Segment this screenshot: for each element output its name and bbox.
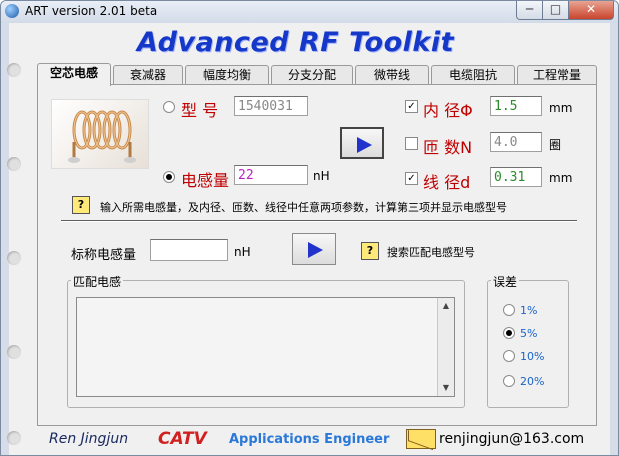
model-radio[interactable] (163, 101, 175, 113)
calculate-button[interactable] (340, 127, 384, 159)
email-icon[interactable] (406, 429, 436, 449)
role-label: Applications Engineer (229, 432, 390, 447)
minimize-button[interactable]: ─ (516, 1, 543, 20)
author-name: Ren Jingjun (49, 431, 129, 447)
tolerance-radio-1[interactable] (503, 304, 515, 316)
tab-constants[interactable]: 工程常量 (517, 65, 597, 85)
wire-diameter-label: 线 径d (423, 173, 471, 192)
app-window: ART version 2.01 beta ─ □ ✕ Advanced RF … (0, 0, 619, 456)
tolerance-group (487, 280, 569, 408)
turns-label: 匝 数N (423, 138, 473, 157)
scroll-down-icon[interactable]: ▼ (438, 380, 454, 396)
binder-hole-icon (7, 345, 21, 359)
search-hint: 搜索匹配电感型号 (387, 246, 475, 259)
binder-hole-icon (7, 157, 21, 171)
app-title: Advanced RF Toolkit (137, 27, 455, 58)
search-button[interactable] (292, 233, 336, 265)
turns-unit: 圈 (549, 138, 562, 152)
email-address[interactable]: renjingjun@163.com (439, 431, 584, 447)
nominal-unit: nH (234, 245, 251, 259)
help-icon[interactable]: ? (361, 242, 379, 260)
divider (61, 220, 577, 222)
tab-microstrip[interactable]: 微带线 (355, 65, 429, 85)
wire-diameter-field[interactable]: 0.31 (490, 167, 542, 187)
tab-splitter[interactable]: 分支分配 (271, 65, 353, 85)
match-list[interactable]: ▲ ▼ (76, 297, 455, 397)
binder-hole-icon (7, 63, 21, 77)
coil-image (51, 99, 149, 169)
tolerance-option-10: 10% (520, 350, 545, 363)
brand-label: CATV (158, 429, 207, 449)
tolerance-option-5: 5% (520, 327, 538, 340)
inductance-label: 电感量 (181, 171, 230, 190)
model-field[interactable]: 1540031 (234, 96, 308, 116)
close-button[interactable]: ✕ (568, 1, 614, 20)
title-bar: ART version 2.01 beta ─ □ ✕ (1, 1, 618, 23)
tolerance-radio-10[interactable] (503, 350, 515, 362)
inductance-field[interactable]: 22 (234, 165, 308, 185)
tab-attenuator[interactable]: 衰减器 (113, 65, 183, 85)
match-group-label: 匹配电感 (71, 273, 124, 290)
calc-hint: 输入所需电感量，及内径、匝数、线径中任意两项参数，计算第三项并显示电感型号 (100, 201, 507, 214)
inner-diameter-field[interactable]: 1.5 (490, 96, 542, 116)
inductance-unit: nH (313, 169, 330, 183)
inner-diameter-checkbox[interactable]: ✓ (405, 100, 418, 113)
tab-cable-impedance[interactable]: 电缆阻抗 (431, 65, 515, 85)
tolerance-option-20: 20% (520, 375, 545, 388)
binder-hole-icon (7, 431, 21, 445)
maximize-button[interactable]: □ (542, 1, 569, 20)
wire-diameter-unit: mm (549, 171, 573, 185)
turns-field[interactable]: 4.0 (490, 132, 542, 152)
tab-bar: 空芯电感 衰减器 幅度均衡 分支分配 微带线 电缆阻抗 工程常量 (37, 63, 597, 86)
turns-checkbox[interactable] (405, 137, 418, 150)
tolerance-radio-20[interactable] (503, 375, 515, 387)
list-scrollbar[interactable]: ▲ ▼ (437, 298, 454, 396)
inner-diameter-label: 内 径Φ (423, 101, 473, 120)
app-icon (5, 4, 19, 18)
tolerance-option-1: 1% (520, 304, 538, 317)
inductance-radio[interactable] (163, 171, 175, 183)
tab-equalizer[interactable]: 幅度均衡 (185, 65, 269, 85)
window-title: ART version 2.01 beta (25, 4, 158, 18)
tab-air-core-inductor[interactable]: 空芯电感 (37, 63, 111, 86)
tolerance-group-label: 误差 (491, 273, 520, 290)
scroll-up-icon[interactable]: ▲ (438, 298, 454, 314)
inner-diameter-unit: mm (549, 101, 573, 115)
tolerance-radio-5[interactable] (503, 327, 515, 339)
nominal-field[interactable] (150, 239, 228, 261)
binder-hole-icon (7, 251, 21, 265)
model-label: 型 号 (181, 101, 219, 120)
wire-diameter-checkbox[interactable]: ✓ (405, 172, 418, 185)
nominal-label: 标称电感量 (71, 248, 137, 263)
help-icon[interactable]: ? (72, 196, 90, 214)
